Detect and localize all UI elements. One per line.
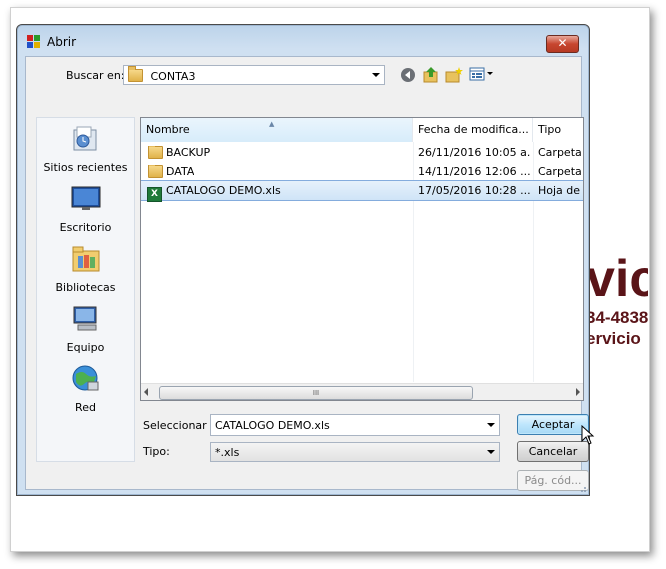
file-name: CATALOGO DEMO.xls [166, 184, 281, 197]
folder-icon [128, 66, 143, 82]
sort-ascending-icon: ▲ [269, 120, 275, 128]
file-list[interactable]: Nombre ▲ Fecha de modifica... Tipo BACKU… [140, 117, 584, 401]
lookin-combo[interactable]: CONTA3 [123, 65, 385, 85]
title-bar: Abrir ✕ [17, 25, 589, 55]
place-label: Red [75, 401, 96, 414]
background-brand-line1: vic [586, 250, 648, 308]
place-label: Sitios recientes [43, 161, 128, 174]
view-menu-icon[interactable] [469, 66, 497, 82]
column-header-label: Fecha de modifica... [418, 123, 529, 136]
file-date: 17/05/2016 10:28 ... [418, 184, 530, 197]
resize-grip-icon[interactable] [577, 483, 587, 493]
column-header-name[interactable]: Nombre [141, 118, 413, 142]
computer-icon [73, 306, 96, 331]
place-network[interactable]: Red [37, 364, 134, 414]
file-name: BACKUP [166, 146, 211, 159]
background-brand-line3: ervicio [586, 329, 641, 348]
chevron-down-icon [487, 423, 495, 427]
file-type: Hoja de c [538, 184, 583, 197]
filename-combo[interactable]: CATALOGO DEMO.xls [210, 414, 500, 436]
place-computer[interactable]: Equipo [37, 304, 134, 354]
place-label: Bibliotecas [55, 281, 116, 294]
up-folder-icon[interactable] [422, 66, 440, 84]
folder-icon [148, 146, 163, 159]
filename-value: CATALOGO DEMO.xls [215, 419, 330, 432]
column-header-label: Tipo [538, 123, 562, 136]
file-date: 14/11/2016 12:06 ... [418, 165, 530, 178]
libraries-icon [72, 246, 99, 272]
open-file-dialog: Abrir ✕ Buscar en: CONTA3 Sitios recient… [16, 24, 595, 496]
chevron-down-icon [487, 72, 493, 75]
lookin-label: Buscar en: [66, 69, 125, 82]
recent-places-icon [73, 126, 96, 151]
place-label: Escritorio [59, 221, 112, 234]
dialog-body: Buscar en: CONTA3 Sitios recientes Escri… [25, 56, 595, 491]
file-row[interactable]: BACKUP 26/11/2016 10:05 a... Carpeta d [141, 143, 583, 162]
excel-file-icon: X [147, 187, 162, 202]
background-brand-line2: 34-4838 [586, 308, 648, 327]
horizontal-scrollbar[interactable]: III [141, 383, 583, 400]
chevron-down-icon [487, 450, 495, 454]
network-icon [72, 365, 98, 391]
cancel-button[interactable]: Cancelar [517, 441, 589, 462]
scroll-left-icon[interactable] [144, 388, 148, 396]
new-folder-icon[interactable] [445, 66, 463, 84]
background-brand-text: vic 34-4838 ervicio [586, 250, 648, 370]
scroll-right-icon[interactable] [576, 388, 580, 396]
dialog-title: Abrir [47, 35, 77, 49]
lookin-value: CONTA3 [150, 70, 196, 83]
place-label: Equipo [66, 341, 105, 354]
filetype-combo[interactable]: *.xls [210, 442, 500, 462]
file-type: Carpeta d [538, 146, 583, 159]
filetype-label: Tipo: [143, 445, 170, 458]
places-bar: Sitios recientes Escritorio Bibliotecas [36, 117, 135, 462]
file-row[interactable]: DATA 14/11/2016 12:06 ... Carpeta d [141, 162, 583, 181]
column-header-type[interactable]: Tipo [533, 118, 583, 142]
scrollbar-thumb[interactable]: III [159, 386, 473, 400]
file-name: DATA [166, 165, 195, 178]
place-desktop[interactable]: Escritorio [37, 184, 134, 234]
back-icon[interactable] [400, 67, 416, 83]
desktop-icon [71, 186, 100, 210]
place-recent[interactable]: Sitios recientes [37, 124, 134, 174]
column-header-date[interactable]: Fecha de modifica... [413, 118, 533, 142]
app-icon [27, 35, 40, 48]
file-date: 26/11/2016 10:05 a... [418, 146, 530, 159]
place-libraries[interactable]: Bibliotecas [37, 244, 134, 294]
column-header-label: Nombre [146, 123, 190, 136]
file-row-selected[interactable]: X CATALOGO DEMO.xls 17/05/2016 10:28 ...… [141, 180, 583, 202]
accept-button[interactable]: Aceptar [517, 414, 589, 435]
chevron-down-icon [372, 73, 380, 77]
filetype-value: *.xls [215, 446, 240, 459]
folder-icon [148, 165, 163, 178]
mouse-cursor-icon [581, 425, 595, 445]
file-type: Carpeta d [538, 165, 583, 178]
close-button[interactable]: ✕ [546, 35, 579, 53]
filename-label: Seleccionar [143, 419, 207, 432]
